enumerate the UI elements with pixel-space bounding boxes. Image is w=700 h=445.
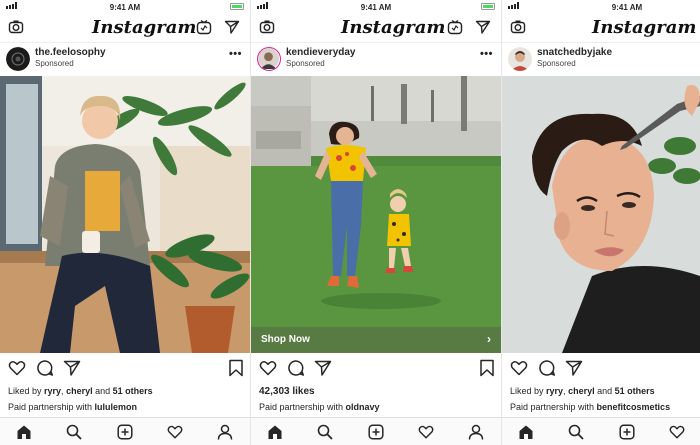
share-icon[interactable] — [314, 359, 332, 377]
heart-icon[interactable] — [510, 359, 528, 377]
home-icon[interactable] — [16, 424, 32, 440]
avatar[interactable] — [257, 47, 281, 71]
likes-prefix: Liked by — [510, 386, 547, 396]
more-options-button[interactable]: ••• — [229, 48, 242, 60]
add-post-icon[interactable] — [368, 424, 384, 440]
home-icon[interactable] — [267, 424, 283, 440]
sponsored-label: Sponsored — [35, 59, 74, 68]
camera-icon[interactable] — [510, 19, 526, 35]
app-header: Instagram — [502, 13, 700, 43]
comment-icon[interactable] — [287, 359, 305, 377]
likes-summary[interactable]: Liked by ryry, cheryl and 51 others — [8, 386, 153, 396]
direct-message-icon[interactable] — [224, 19, 240, 35]
status-bar: 9:41 AM — [0, 0, 250, 13]
likes-separator: and — [92, 386, 113, 396]
search-icon[interactable] — [66, 424, 82, 440]
likes-summary[interactable]: Liked by ryry, cheryl and 51 others — [510, 386, 655, 396]
heart-icon[interactable] — [8, 359, 26, 377]
profile-icon[interactable] — [217, 424, 233, 440]
home-icon[interactable] — [518, 424, 534, 440]
activity-heart-icon[interactable] — [418, 424, 434, 440]
chevron-right-icon: › — [487, 332, 491, 346]
avatar[interactable] — [508, 47, 532, 71]
liker-name[interactable]: ryry — [44, 386, 61, 396]
tab-bar — [0, 417, 250, 445]
likes-count[interactable]: 42,303 likes — [259, 386, 315, 397]
igtv-icon[interactable] — [196, 19, 212, 35]
direct-message-icon[interactable] — [475, 19, 491, 35]
post-actions — [251, 359, 501, 381]
paid-partnership: Paid partnership with oldnavy — [259, 402, 380, 412]
likes-others[interactable]: 51 others — [615, 386, 655, 396]
profile-icon[interactable] — [468, 424, 484, 440]
partner-name[interactable]: lululemon — [95, 402, 138, 412]
liker-name[interactable]: cheryl — [66, 386, 93, 396]
avatar[interactable] — [6, 47, 30, 71]
post-header: kendieveryday Sponsored ••• — [251, 43, 501, 76]
paid-prefix: Paid partnership with — [510, 402, 597, 412]
app-header: Instagram — [251, 13, 501, 43]
instagram-logo: Instagram — [592, 17, 697, 38]
status-bar: 9:41 AM — [502, 0, 700, 13]
paid-prefix: Paid partnership with — [8, 402, 95, 412]
bookmark-icon[interactable] — [479, 359, 495, 377]
search-icon[interactable] — [317, 424, 333, 440]
post-username[interactable]: kendieveryday — [286, 47, 356, 58]
shop-now-label: Shop Now — [261, 334, 310, 345]
tab-bar — [251, 417, 501, 445]
heart-icon[interactable] — [259, 359, 277, 377]
post-header: the.feelosophy Sponsored ••• — [0, 43, 250, 76]
phone-screen-1: 9:41 AM Instagram the.feelosophy Sponsor… — [0, 0, 250, 445]
liker-name[interactable]: ryry — [546, 386, 563, 396]
comment-icon[interactable] — [538, 359, 556, 377]
post-header: snatchedbyjake Sponsored — [502, 43, 700, 76]
more-options-button[interactable]: ••• — [480, 48, 493, 60]
camera-icon[interactable] — [259, 19, 275, 35]
paid-partnership: Paid partnership with benefitcosmetics — [510, 402, 670, 412]
instagram-logo: Instagram — [92, 17, 197, 38]
share-icon[interactable] — [63, 359, 81, 377]
sponsored-label: Sponsored — [537, 59, 576, 68]
battery-icon — [230, 3, 244, 10]
paid-partnership: Paid partnership with lululemon — [8, 402, 137, 412]
partner-name[interactable]: oldnavy — [346, 402, 380, 412]
instagram-logo: Instagram — [341, 17, 446, 38]
search-icon[interactable] — [568, 424, 584, 440]
post-photo[interactable] — [251, 76, 501, 353]
status-bar: 9:41 AM — [251, 0, 501, 13]
sponsored-label: Sponsored — [286, 59, 325, 68]
battery-icon — [481, 3, 495, 10]
activity-heart-icon[interactable] — [669, 424, 685, 440]
camera-icon[interactable] — [8, 19, 24, 35]
post-photo[interactable] — [0, 76, 250, 353]
likes-separator: and — [594, 386, 615, 396]
liker-name[interactable]: cheryl — [568, 386, 595, 396]
post-username[interactable]: the.feelosophy — [35, 47, 106, 58]
app-header: Instagram — [0, 13, 250, 43]
comment-icon[interactable] — [36, 359, 54, 377]
partner-name[interactable]: benefitcosmetics — [597, 402, 671, 412]
post-photo[interactable] — [502, 76, 700, 353]
status-time: 9:41 AM — [360, 3, 392, 12]
phone-screen-3: 9:41 AM Instagram snatchedbyjake Sponsor… — [502, 0, 700, 445]
add-post-icon[interactable] — [619, 424, 635, 440]
status-time: 9:41 AM — [611, 3, 643, 12]
likes-others[interactable]: 51 others — [113, 386, 153, 396]
post-username[interactable]: snatchedbyjake — [537, 47, 612, 58]
paid-prefix: Paid partnership with — [259, 402, 346, 412]
post-actions — [0, 359, 250, 381]
post-actions — [502, 359, 700, 381]
shop-now-bar[interactable]: Shop Now › — [251, 327, 501, 353]
tab-bar — [502, 417, 700, 445]
likes-prefix: Liked by — [8, 386, 45, 396]
bookmark-icon[interactable] — [228, 359, 244, 377]
phone-screen-2: 9:41 AM Instagram kendieveryday Sponsore… — [251, 0, 501, 445]
igtv-icon[interactable] — [447, 19, 463, 35]
status-time: 9:41 AM — [109, 3, 141, 12]
add-post-icon[interactable] — [117, 424, 133, 440]
share-icon[interactable] — [565, 359, 583, 377]
activity-heart-icon[interactable] — [167, 424, 183, 440]
